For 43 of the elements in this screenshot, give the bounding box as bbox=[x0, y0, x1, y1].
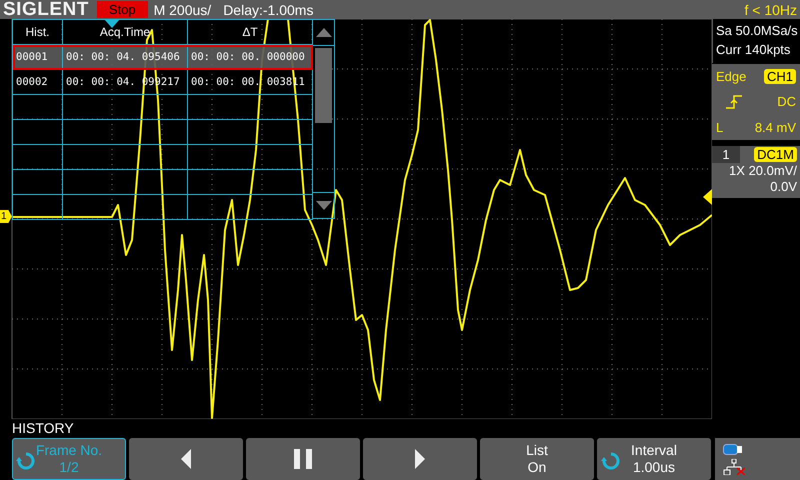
table-cell: 00002 bbox=[13, 70, 63, 95]
menu-softkey[interactable]: List On bbox=[480, 438, 594, 480]
trigger-level-icon bbox=[703, 189, 712, 205]
scrollbar-thumb[interactable] bbox=[315, 48, 332, 123]
trigger-level-value: 8.4 mV bbox=[754, 120, 796, 135]
knob-softkey[interactable]: Interval 1.00us bbox=[597, 438, 711, 480]
channel-marker: 1 bbox=[0, 210, 12, 223]
network-disconnected-icon bbox=[723, 458, 745, 474]
trigger-type-label: Edge bbox=[716, 69, 748, 84]
frequency-label: f < 10Hz bbox=[744, 2, 798, 18]
trigger-source-badge: CH1 bbox=[764, 69, 796, 84]
trigger-level-label: L bbox=[716, 120, 724, 135]
rising-edge-icon bbox=[726, 94, 742, 109]
brand-logo: SIGLENT bbox=[2, 0, 90, 19]
scroll-down-icon[interactable] bbox=[316, 201, 332, 210]
rotate-knob-icon bbox=[16, 451, 36, 471]
table-cell: 00: 00: 04. 095406 bbox=[63, 45, 188, 70]
delay-label: Delay:-1.00ms bbox=[223, 2, 314, 18]
rotate-knob-icon bbox=[601, 451, 621, 471]
timebase-label: M 200us/ bbox=[154, 2, 212, 18]
previous-frame-button[interactable] bbox=[129, 438, 243, 480]
table-cell: 00: 00: 00. 000000 bbox=[188, 45, 313, 70]
right-arrow-icon bbox=[415, 449, 425, 469]
pause-button[interactable] bbox=[246, 438, 360, 480]
table-cell: 00001 bbox=[13, 45, 63, 70]
channel-scale-label: 1X 20.0mV/ bbox=[728, 163, 798, 179]
channel-coupling-badge: DC1M bbox=[754, 147, 797, 162]
pause-icon bbox=[294, 449, 312, 469]
sample-rate-label: Sa 50.0MSa/s bbox=[716, 22, 797, 40]
usb-drive-icon bbox=[723, 444, 743, 454]
memory-depth-label: Curr 140kpts bbox=[716, 41, 792, 59]
history-row[interactable]: 00001 00: 00: 04. 095406 00: 00: 00. 000000 bbox=[13, 45, 313, 70]
channel-offset-label: 0.0V bbox=[769, 179, 798, 195]
left-arrow-icon bbox=[181, 449, 191, 469]
next-frame-button[interactable] bbox=[363, 438, 477, 480]
channel-number: 1 bbox=[712, 146, 740, 163]
run-state-indicator: Stop bbox=[96, 1, 148, 18]
trigger-coupling-label: DC bbox=[777, 94, 796, 110]
scroll-up-icon[interactable] bbox=[316, 28, 332, 37]
menu-title: HISTORY bbox=[11, 419, 75, 438]
column-header: Hist. bbox=[13, 20, 63, 45]
column-header: Acq.Time bbox=[63, 20, 188, 45]
column-header: ΔT bbox=[188, 20, 313, 45]
